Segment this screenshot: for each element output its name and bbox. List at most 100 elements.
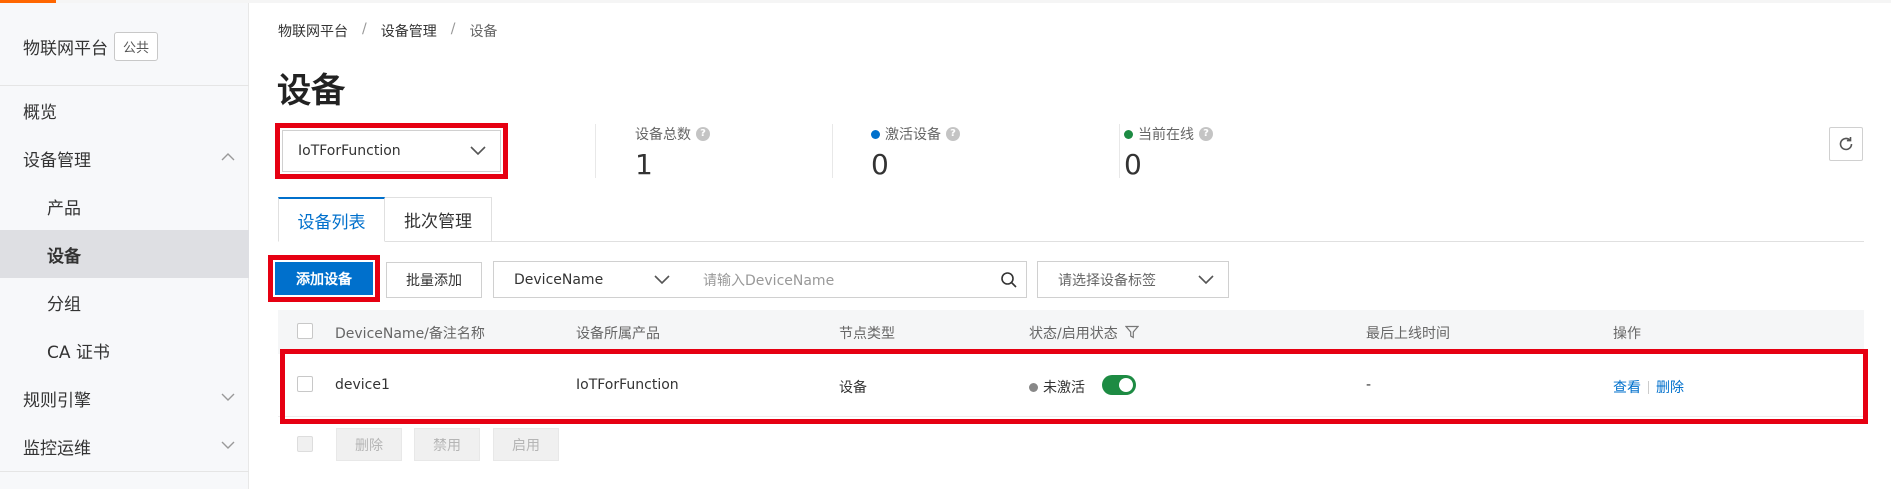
tab-device-list[interactable]: 设备列表 [278, 197, 385, 242]
help-icon[interactable]: ? [696, 127, 710, 141]
bulk-delete-label: 删除 [355, 437, 383, 454]
status-text: 未激活 [1043, 380, 1085, 396]
product-select-value: IoTForFunction [298, 143, 401, 159]
breadcrumb: 物联网平台 / 设备管理 / 设备 [278, 21, 497, 41]
product-select[interactable]: IoTForFunction [282, 130, 501, 172]
row-checkbox[interactable] [297, 376, 313, 392]
add-device-button[interactable]: 添加设备 [275, 262, 373, 295]
batch-add-button[interactable]: 批量添加 [386, 262, 482, 298]
delete-link[interactable]: 删除 [1656, 377, 1684, 397]
brand: 物联网平台 公共 [23, 31, 159, 61]
column-header-product: 设备所属产品 [576, 326, 660, 342]
cell-node-type: 设备 [839, 380, 867, 396]
bulk-delete-button[interactable]: 删除 [336, 428, 402, 461]
sidebar-item-label: 概览 [23, 102, 57, 123]
cell-actions: 查看 删除 [1613, 377, 1684, 397]
chevron-down-icon [221, 393, 235, 401]
page-title: 设备 [277, 71, 345, 111]
select-all-checkbox[interactable] [297, 323, 313, 339]
sidebar-item-ca-certificate[interactable]: CA 证书 [0, 326, 249, 374]
stat-total-devices: 设备总数? 1 [635, 124, 710, 181]
stat-divider [832, 124, 833, 178]
chevron-down-icon [221, 441, 235, 449]
sidebar-item-label: 分组 [47, 294, 81, 315]
sidebar-item-monitoring[interactable]: 监控运维 [0, 422, 249, 470]
search-field-select[interactable]: DeviceName [493, 261, 685, 298]
search-icon[interactable] [1000, 271, 1018, 289]
column-header-node-type: 节点类型 [839, 326, 895, 342]
sidebar-item-label: 设备管理 [23, 150, 91, 171]
breadcrumb-item-current: 设备 [469, 24, 498, 40]
stat-online-devices: 当前在线? 0 [1124, 124, 1213, 181]
sidebar-item-group[interactable]: 分组 [0, 278, 249, 326]
filter-icon[interactable] [1125, 325, 1139, 339]
stat-label: 激活设备 [885, 127, 941, 143]
add-device-label: 添加设备 [296, 271, 352, 288]
stat-value: 0 [871, 148, 889, 181]
stat-divider [1119, 124, 1120, 178]
help-icon[interactable]: ? [946, 127, 960, 141]
column-header-actions: 操作 [1613, 326, 1641, 342]
search-field-value: DeviceName [514, 271, 604, 288]
breadcrumb-item-device-management[interactable]: 设备管理 [381, 21, 437, 41]
refresh-icon [1839, 137, 1853, 151]
chevron-down-icon [654, 274, 670, 284]
tab-label: 批次管理 [404, 212, 472, 232]
sidebar-item-device[interactable]: 设备 [0, 230, 249, 278]
sidebar-item-label: 产品 [47, 198, 81, 219]
column-header-status: 状态/启用状态 [1029, 326, 1118, 342]
refresh-button[interactable] [1829, 127, 1863, 161]
view-link[interactable]: 查看 [1613, 377, 1641, 397]
status-dot-green [1124, 129, 1133, 139]
sidebar-item-label: 设备 [47, 246, 81, 267]
breadcrumb-item-iot-platform[interactable]: 物联网平台 [278, 21, 348, 41]
toggle-knob [1119, 378, 1133, 392]
sidebar: 物联网平台 公共 概览 设备管理 产品 设备 分组 CA 证书 规则引擎 监控运… [0, 3, 249, 489]
region-badge[interactable]: 公共 [114, 31, 159, 61]
bulk-disable-label: 禁用 [433, 437, 461, 454]
device-tag-placeholder: 请选择设备标签 [1058, 272, 1156, 289]
search-placeholder: 请输入DeviceName [703, 272, 835, 289]
tab-batch-management[interactable]: 批次管理 [385, 197, 492, 242]
sidebar-item-label: 规则引擎 [23, 390, 91, 411]
stat-divider [595, 124, 596, 178]
action-separator [1648, 380, 1649, 394]
cell-device-name: device1 [335, 377, 390, 393]
stat-label: 当前在线 [1138, 127, 1194, 143]
chevron-up-icon [221, 153, 235, 161]
bulk-enable-button[interactable]: 启用 [493, 428, 559, 461]
bulk-select-checkbox[interactable] [297, 436, 313, 452]
stat-activated-devices: 激活设备? 0 [871, 124, 960, 181]
search-input[interactable]: 请输入DeviceName [684, 261, 1027, 298]
status-dot-blue [871, 129, 880, 139]
device-tag-select[interactable]: 请选择设备标签 [1037, 261, 1229, 298]
bulk-disable-button[interactable]: 禁用 [414, 428, 480, 461]
tab-label: 设备列表 [297, 212, 366, 233]
sidebar-item-label: CA 证书 [47, 342, 110, 363]
batch-add-label: 批量添加 [406, 273, 462, 289]
stat-value: 0 [1124, 148, 1142, 181]
app-root: 物联网平台 公共 概览 设备管理 产品 设备 分组 CA 证书 规则引擎 监控运… [0, 0, 1891, 489]
sidebar-item-label: 监控运维 [23, 438, 91, 459]
breadcrumb-separator: / [362, 21, 367, 37]
column-header-last-online: 最后上线时间 [1366, 326, 1450, 342]
sidebar-item-device-management[interactable]: 设备管理 [0, 134, 249, 182]
cell-product: IoTForFunction [576, 377, 679, 393]
chevron-down-icon [1198, 274, 1214, 284]
tabs-baseline [278, 241, 1864, 242]
enable-toggle[interactable] [1102, 375, 1136, 395]
cell-last-online: - [1366, 377, 1372, 393]
bulk-enable-label: 启用 [512, 437, 540, 454]
sidebar-item-overview[interactable]: 概览 [0, 86, 249, 134]
chevron-down-icon [470, 146, 486, 156]
breadcrumb-separator: / [450, 21, 456, 37]
sidebar-item-rule-engine[interactable]: 规则引擎 [0, 374, 249, 422]
help-icon[interactable]: ? [1199, 127, 1213, 141]
brand-title: 物联网平台 [23, 38, 108, 59]
column-header-device-name: DeviceName/备注名称 [335, 326, 485, 342]
status-dot-gray [1029, 382, 1038, 392]
cell-status: 未激活 [1029, 377, 1085, 397]
sidebar-divider [0, 471, 249, 472]
sidebar-item-product[interactable]: 产品 [0, 182, 249, 230]
stat-value: 1 [635, 148, 653, 181]
